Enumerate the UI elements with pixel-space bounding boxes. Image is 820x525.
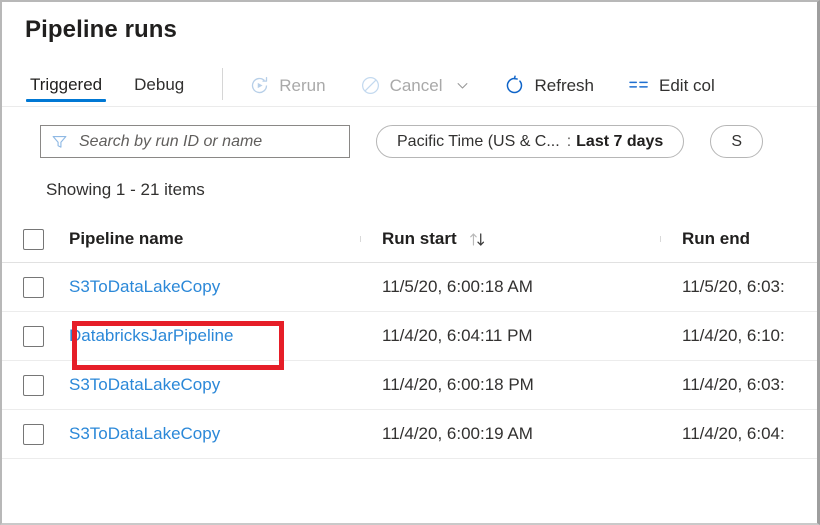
table-row[interactable]: S3ToDataLakeCopy 11/4/20, 6:00:19 AM 11/…: [2, 410, 817, 459]
run-end-value: 11/5/20, 6:03:: [682, 277, 785, 297]
cell-run-start: 11/5/20, 6:00:18 AM: [360, 277, 660, 297]
cell-run-start: 11/4/20, 6:00:19 AM: [360, 424, 660, 444]
refresh-button[interactable]: Refresh: [496, 71, 602, 100]
column-header-pipeline-name-label: Pipeline name: [69, 229, 183, 249]
time-range-filter[interactable]: Pacific Time (US & C... : Last 7 days: [376, 125, 684, 158]
run-end-value: 11/4/20, 6:10:: [682, 326, 785, 346]
run-end-value: 11/4/20, 6:04:: [682, 424, 785, 444]
pipeline-name-link[interactable]: DatabricksJarPipeline: [69, 326, 233, 346]
pipeline-name-link[interactable]: S3ToDataLakeCopy: [69, 375, 220, 395]
cell-pipeline-name: S3ToDataLakeCopy: [50, 424, 360, 444]
tab-strip: Triggered Debug: [2, 58, 212, 106]
row-select-cell: [2, 424, 50, 445]
select-all-cell: [2, 229, 50, 250]
rerun-button[interactable]: Rerun: [241, 71, 333, 100]
chevron-down-icon[interactable]: [455, 78, 470, 93]
sort-updown-icon[interactable]: [468, 231, 488, 248]
edit-columns-icon: [628, 77, 650, 95]
time-range-value: Last 7 days: [576, 133, 663, 151]
run-end-value: 11/4/20, 6:03:: [682, 375, 785, 395]
run-start-value: 11/4/20, 6:00:18 PM: [382, 375, 534, 395]
cell-pipeline-name: S3ToDataLakeCopy: [50, 277, 360, 297]
cell-run-end: 11/4/20, 6:04:: [660, 424, 817, 444]
tab-debug-label: Debug: [134, 75, 184, 94]
rerun-icon: [249, 75, 270, 96]
status-filter-label: S: [731, 133, 742, 151]
column-header-run-end[interactable]: Run end: [660, 229, 817, 249]
tab-debug[interactable]: Debug: [130, 75, 188, 106]
pipeline-name-link[interactable]: S3ToDataLakeCopy: [69, 424, 220, 444]
column-header-pipeline-name[interactable]: Pipeline name: [50, 229, 360, 249]
page-title: Pipeline runs: [2, 2, 817, 44]
time-range-label: Pacific Time (US & C...: [397, 133, 560, 151]
pipeline-name-link[interactable]: S3ToDataLakeCopy: [69, 277, 220, 297]
table-row[interactable]: S3ToDataLakeCopy 11/5/20, 6:00:18 AM 11/…: [2, 263, 817, 312]
edit-columns-label: Edit col: [659, 76, 715, 96]
showing-count: Showing 1 - 21 items: [2, 158, 817, 200]
cell-run-end: 11/4/20, 6:03:: [660, 375, 817, 395]
row-checkbox[interactable]: [23, 277, 44, 298]
table-header-row: Pipeline name Run start: [2, 216, 817, 263]
refresh-label: Refresh: [534, 76, 594, 96]
tab-triggered[interactable]: Triggered: [26, 75, 106, 106]
command-bar: Triggered Debug Rerun: [2, 58, 817, 107]
column-header-run-start[interactable]: Run start: [360, 229, 660, 249]
command-bar-divider: [222, 68, 223, 100]
row-select-cell: [2, 375, 50, 396]
cell-run-end: 11/4/20, 6:10:: [660, 326, 817, 346]
rerun-label: Rerun: [279, 76, 325, 96]
run-start-value: 11/5/20, 6:00:18 AM: [382, 277, 533, 297]
status-filter[interactable]: S: [710, 125, 763, 158]
select-all-checkbox[interactable]: [23, 229, 44, 250]
run-start-value: 11/4/20, 6:00:19 AM: [382, 424, 533, 444]
row-select-cell: [2, 326, 50, 347]
search-input[interactable]: [77, 132, 341, 152]
cancel-button[interactable]: Cancel: [352, 71, 479, 100]
refresh-icon: [504, 75, 525, 96]
table-row[interactable]: S3ToDataLakeCopy 11/4/20, 6:00:18 PM 11/…: [2, 361, 817, 410]
command-buttons: Rerun Cancel: [241, 71, 741, 106]
column-header-run-end-label: Run end: [682, 229, 750, 249]
column-header-run-start-label: Run start: [382, 229, 457, 249]
tab-triggered-label: Triggered: [30, 75, 102, 94]
row-checkbox[interactable]: [23, 326, 44, 347]
row-checkbox[interactable]: [23, 424, 44, 445]
cell-run-start: 11/4/20, 6:00:18 PM: [360, 375, 660, 395]
column-divider: [360, 236, 361, 242]
cell-pipeline-name: DatabricksJarPipeline: [50, 326, 360, 346]
search-box[interactable]: [40, 125, 350, 158]
column-divider: [660, 236, 661, 242]
pipeline-runs-panel: Pipeline runs Triggered Debug Rerun: [0, 0, 820, 525]
cancel-label: Cancel: [390, 76, 443, 96]
filter-icon: [51, 133, 68, 150]
cell-pipeline-name: S3ToDataLakeCopy: [50, 375, 360, 395]
cell-run-end: 11/5/20, 6:03:: [660, 277, 817, 297]
cell-run-start: 11/4/20, 6:04:11 PM: [360, 326, 660, 346]
table-row[interactable]: DatabricksJarPipeline 11/4/20, 6:04:11 P…: [2, 312, 817, 361]
cancel-icon: [360, 75, 381, 96]
row-checkbox[interactable]: [23, 375, 44, 396]
pipeline-runs-table: Pipeline name Run start: [2, 216, 817, 459]
time-range-separator: :: [567, 133, 571, 151]
run-start-value: 11/4/20, 6:04:11 PM: [382, 326, 533, 346]
row-select-cell: [2, 277, 50, 298]
filter-bar: Pacific Time (US & C... : Last 7 days S: [2, 107, 817, 158]
edit-columns-button[interactable]: Edit col: [620, 72, 723, 100]
